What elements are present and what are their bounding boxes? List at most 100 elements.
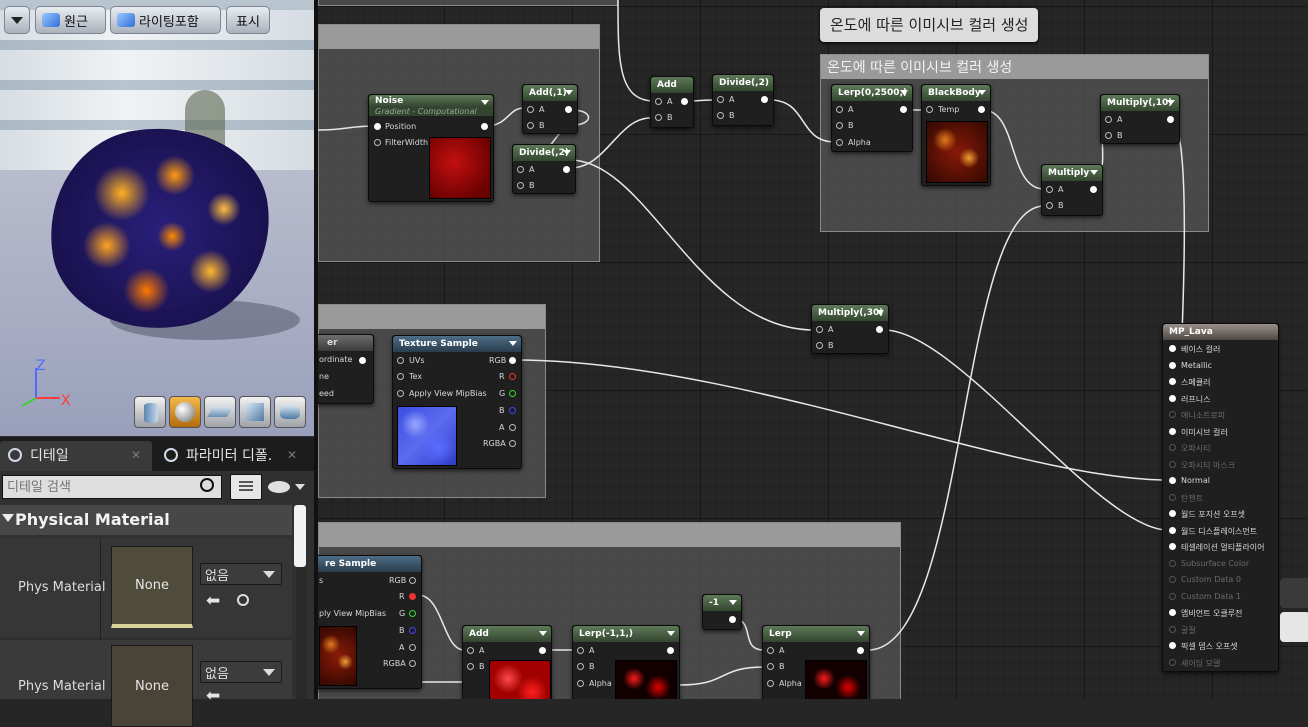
material-thumbnail[interactable]: None: [111, 645, 193, 727]
pin-output[interactable]: [509, 373, 516, 380]
node-divide-2[interactable]: Divide(,2) A B: [512, 144, 576, 194]
pin-input[interactable]: [1046, 202, 1053, 209]
pin-output[interactable]: [409, 627, 416, 634]
pin-output[interactable]: [729, 616, 736, 623]
node-lerp-0-2500[interactable]: Lerp(0,2500,) A B Alpha: [831, 84, 913, 152]
details-search-input[interactable]: [2, 475, 222, 499]
pin-output[interactable]: [509, 440, 516, 447]
pin-input[interactable]: [1169, 609, 1176, 616]
use-selected-arrow-icon[interactable]: ⬅: [206, 591, 220, 611]
pin-input[interactable]: [1169, 559, 1176, 567]
material-preview-viewport[interactable]: 원근 라이팅포함 표시 Z X: [0, 0, 314, 436]
pin-output[interactable]: [876, 326, 883, 333]
pin-input[interactable]: [1169, 576, 1176, 583]
pin-output[interactable]: [509, 424, 516, 431]
node-texcoord[interactable]: er ordinate ne eed: [318, 334, 374, 404]
preview-cube-button[interactable]: [239, 396, 271, 428]
pin-input[interactable]: [655, 98, 662, 105]
pin-input[interactable]: [816, 342, 823, 349]
pin-output[interactable]: [857, 647, 864, 654]
show-button[interactable]: 표시: [226, 6, 270, 34]
pin-input[interactable]: [717, 96, 724, 103]
pin-input[interactable]: [1169, 411, 1176, 418]
pin-input[interactable]: [467, 663, 474, 670]
pin-input[interactable]: [1169, 427, 1176, 435]
pin-input[interactable]: [517, 182, 524, 189]
pin-output[interactable]: [409, 593, 416, 600]
pin-output[interactable]: [761, 96, 768, 103]
node-divide-2b[interactable]: Divide(,2) A B: [712, 74, 774, 126]
preview-cylinder-button[interactable]: [134, 396, 166, 428]
viewport-options-dropdown[interactable]: [4, 6, 30, 34]
node-lerp[interactable]: Lerp A B Alpha: [762, 625, 870, 699]
pin-input[interactable]: [1169, 493, 1176, 501]
node-texture-sample-normal[interactable]: Texture Sample UVs Tex Apply View MipBia…: [392, 335, 522, 469]
tab-close-icon[interactable]: ✕: [131, 448, 141, 462]
pin-output[interactable]: [509, 407, 516, 414]
pin-input[interactable]: [1169, 592, 1176, 600]
browse-search-icon[interactable]: [237, 594, 249, 606]
pin-input[interactable]: [1169, 510, 1176, 517]
node-multiply[interactable]: Multiply A B: [1041, 164, 1103, 216]
pin-input[interactable]: [1169, 378, 1176, 385]
pin-input[interactable]: [527, 106, 534, 113]
pin-output[interactable]: [900, 106, 907, 113]
pin-output[interactable]: [509, 390, 516, 397]
preview-custom-mesh-button[interactable]: [274, 396, 306, 428]
pin-input[interactable]: [717, 112, 724, 119]
pin-input[interactable]: [1169, 658, 1176, 666]
node-lerp-neg1-1[interactable]: Lerp(-1,1,) A B Alpha: [572, 625, 680, 699]
pin-output[interactable]: [539, 647, 546, 654]
property-matrix-button[interactable]: [230, 474, 262, 500]
pin-input[interactable]: [577, 647, 584, 654]
pin-output[interactable]: [409, 610, 416, 617]
node-material-output[interactable]: MP_Lava 베이스 컬러 Metallic 스페큘러 러프니스 애니소트로피 이미시브…: [1162, 323, 1279, 672]
pin-output[interactable]: [409, 660, 416, 667]
pin-output[interactable]: [563, 166, 570, 173]
pin-input[interactable]: [767, 663, 774, 670]
pin-input[interactable]: [1169, 526, 1176, 534]
pin-output[interactable]: [1090, 186, 1097, 193]
pin-input[interactable]: [467, 647, 474, 654]
pin-input[interactable]: [767, 680, 774, 687]
pin-input[interactable]: [397, 390, 404, 397]
pin-input[interactable]: [1105, 132, 1112, 139]
pin-output[interactable]: [359, 357, 366, 364]
node-noise[interactable]: Noise Gradient - Computational Position …: [368, 94, 494, 202]
pin-input[interactable]: [1169, 361, 1176, 369]
pin-input[interactable]: [517, 166, 524, 173]
pin-input[interactable]: [1169, 625, 1176, 633]
lighting-mode-button[interactable]: 라이팅포함: [110, 6, 221, 34]
pin-input[interactable]: [1169, 543, 1176, 550]
node-constant-neg1[interactable]: -1: [702, 594, 742, 630]
pin-input[interactable]: [374, 139, 381, 146]
pin-input[interactable]: [577, 663, 584, 670]
graph-side-button[interactable]: [1280, 612, 1308, 642]
tab-parameter-defaults[interactable]: 파라미터 디폴.: [164, 441, 272, 469]
pin-output[interactable]: [681, 98, 688, 105]
pin-input[interactable]: [1169, 394, 1176, 402]
preview-sphere-button[interactable]: [169, 396, 201, 428]
pin-input[interactable]: [1169, 345, 1176, 352]
node-texture-sample-lava[interactable]: re Sample s ply View MipBias RGB R G B A…: [318, 555, 422, 689]
pin-input[interactable]: [1169, 460, 1176, 468]
graph-side-button[interactable]: [1280, 578, 1308, 608]
node-multiply-30[interactable]: Multiply(,30) A B: [811, 304, 889, 354]
pin-input[interactable]: [1169, 642, 1176, 649]
pin-input[interactable]: [397, 373, 404, 380]
pin-output[interactable]: [409, 644, 416, 651]
preview-plane-button[interactable]: [204, 396, 236, 428]
pin-output[interactable]: [509, 357, 516, 364]
node-add[interactable]: Add A B: [650, 76, 694, 128]
perspective-button[interactable]: 원근: [35, 6, 106, 34]
physical-material-combo[interactable]: 없음: [200, 661, 282, 683]
tab-close-icon[interactable]: ✕: [287, 448, 297, 462]
pin-output[interactable]: [409, 577, 416, 584]
node-blackbody[interactable]: BlackBody Temp: [921, 84, 991, 186]
pin-input[interactable]: [577, 680, 584, 687]
pin-input[interactable]: [836, 106, 843, 113]
pin-input[interactable]: [1046, 186, 1053, 193]
pin-input[interactable]: [1105, 116, 1112, 123]
material-graph-canvas[interactable]: 온도에 따른 이미시브 컬러 생성 온도에 따른 이미시브 컬러 생성 Nois…: [318, 0, 1308, 699]
pin-input[interactable]: [1169, 444, 1176, 451]
